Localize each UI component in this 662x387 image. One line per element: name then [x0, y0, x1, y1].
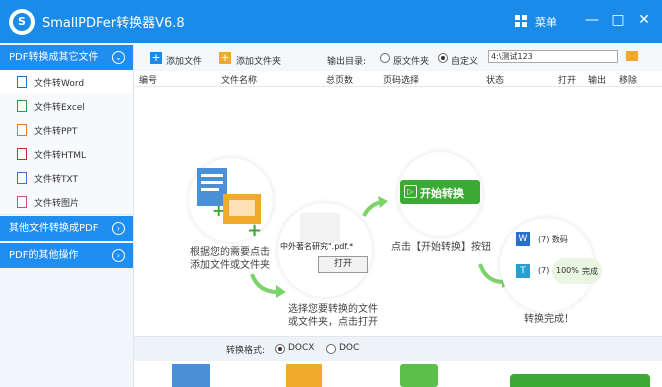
- step1-caption: 根据您的需要点击 添加文件或文件夹: [178, 246, 282, 272]
- step1-caption-line1: 根据您的需要点击: [190, 247, 270, 258]
- app-logo: S: [9, 9, 35, 35]
- word-file-icon: [17, 76, 27, 88]
- radio-docx-label[interactable]: DOCX: [288, 343, 314, 353]
- add-file-button[interactable]: 添加文件: [166, 54, 202, 67]
- sidebar-item-image[interactable]: 文件转图片: [0, 190, 133, 215]
- sidebar-category-pdf-to-other[interactable]: PDF转换成其它文件 ⌄: [0, 45, 133, 70]
- sidebar-category-label: PDF转换成其它文件: [9, 52, 99, 63]
- chevron-down-icon: ⌄: [112, 51, 125, 64]
- radio-original-folder[interactable]: [380, 53, 390, 63]
- radio-doc[interactable]: [326, 344, 336, 354]
- sidebar-item-excel[interactable]: 文件转Excel: [0, 94, 133, 119]
- step2-filename: 中外著名研究".pdf.*: [280, 242, 354, 251]
- step4-row1: (7) 数码: [538, 235, 568, 244]
- step1-caption-line2: 添加文件或文件夹: [190, 260, 270, 271]
- app-title: SmallPDFer转换器V6.8: [42, 16, 185, 31]
- sidebar-category-pdf-other-ops[interactable]: PDF的其他操作 ›: [0, 243, 133, 268]
- html-file-icon: [17, 148, 27, 160]
- output-dir-label: 输出目录:: [327, 57, 367, 67]
- toolbar: + 添加文件 + 添加文件夹 输出目录: 原文件夹 自定义: [134, 43, 662, 72]
- maximize-button[interactable]: □: [606, 8, 630, 32]
- format-bar: 转换格式: DOCX DOC: [134, 336, 662, 361]
- add-files-illustration-icon: + +: [197, 168, 262, 241]
- col-filename: 文件名称: [221, 76, 258, 86]
- excel-file-icon: [17, 100, 27, 112]
- app-logo-letter: S: [13, 13, 31, 31]
- radio-original-folder-label[interactable]: 原文件夹: [393, 54, 429, 67]
- menu-button[interactable]: 菜单: [535, 14, 557, 30]
- minimize-button[interactable]: —: [580, 8, 604, 32]
- file-table-header: 编号 文件名称 总页数 页码选择 状态 打开 输出 移除: [134, 71, 662, 87]
- add-folder-icon[interactable]: +: [219, 52, 231, 64]
- word-doc-icon: [172, 364, 210, 387]
- col-number: 编号: [139, 76, 158, 86]
- radio-docx[interactable]: [275, 344, 285, 354]
- chevron-right-icon: ›: [112, 249, 125, 262]
- title-bar: S SmallPDFer转换器V6.8 菜单 — □ ✕: [0, 0, 662, 43]
- file-list-icon: [300, 213, 340, 243]
- arrow-icon: [362, 196, 388, 217]
- radio-doc-label[interactable]: DOC: [339, 343, 359, 353]
- col-output: 输出: [588, 76, 607, 86]
- col-open: 打开: [558, 76, 577, 86]
- step4-progress: 100% 完成: [552, 258, 602, 284]
- step4-caption: 转换完成！: [524, 314, 574, 325]
- sidebar-category-other-to-pdf[interactable]: 其他文件转换成PDF ›: [0, 216, 133, 241]
- folder-icon: [286, 364, 322, 387]
- start-convert-button[interactable]: [510, 374, 650, 387]
- sidebar-item-label: 文件转图片: [34, 199, 80, 209]
- add-file-icon[interactable]: +: [150, 52, 162, 64]
- sidebar-item-label: 文件转Word: [34, 79, 85, 89]
- sidebar-item-label: 文件转PPT: [34, 127, 78, 137]
- txt-file-icon: [17, 172, 27, 184]
- step3-start-button: ▷ 开始转换: [400, 180, 480, 204]
- svg-text:+: +: [247, 220, 262, 241]
- step2-caption-line1: 选择您要转换的文件: [288, 304, 378, 315]
- step2-caption-line2: 或文件夹，点击打开: [288, 317, 378, 328]
- sidebar-item-label: 文件转Excel: [34, 103, 85, 113]
- radio-custom-folder[interactable]: [438, 53, 448, 63]
- col-pages: 总页数: [326, 76, 354, 86]
- step3-caption: 点击【开始转换】按钮: [391, 242, 491, 253]
- word-file-icon: W: [516, 232, 530, 246]
- sidebar-item-html[interactable]: 文件转HTML: [0, 142, 133, 167]
- sidebar-item-label: 文件转HTML: [34, 151, 87, 161]
- ppt-file-icon: [17, 124, 27, 136]
- arrow-icon: [250, 273, 286, 298]
- step4-circle: W (7) 数码 T (7) 100% 完成: [500, 218, 602, 312]
- add-folder-button[interactable]: 添加文件夹: [236, 54, 281, 67]
- col-status: 状态: [486, 76, 505, 86]
- convert-graphic-icon: [400, 364, 438, 387]
- step2-open-button: 打开: [318, 256, 368, 273]
- step1-circle: + +: [189, 158, 273, 242]
- chevron-right-icon: ›: [112, 222, 125, 235]
- step4-progress-value: 100%: [556, 266, 579, 275]
- menu-grid-icon[interactable]: [515, 15, 527, 27]
- play-icon: ▷: [404, 185, 417, 198]
- sidebar: PDF转换成其它文件 ⌄ 文件转Word 文件转Excel 文件转PPT 文件转…: [0, 43, 134, 387]
- output-path-input[interactable]: [488, 50, 618, 63]
- image-file-icon: [17, 196, 27, 208]
- sidebar-item-txt[interactable]: 文件转TXT: [0, 166, 133, 191]
- step4-done-word: 完成: [582, 267, 598, 276]
- txt-file-icon: T: [516, 264, 530, 278]
- sidebar-item-label: 文件转TXT: [34, 175, 79, 185]
- step2-caption: 选择您要转换的文件 或文件夹，点击打开: [280, 303, 386, 329]
- format-label: 转换格式:: [226, 346, 266, 356]
- sidebar-category-label: 其他文件转换成PDF: [9, 223, 99, 234]
- folder-browse-icon[interactable]: [626, 51, 638, 61]
- radio-custom-folder-label[interactable]: 自定义: [451, 54, 478, 67]
- step2-circle: 中外著名研究".pdf.* 打开: [278, 203, 372, 297]
- step4-row2: (7): [538, 266, 550, 275]
- sidebar-item-ppt[interactable]: 文件转PPT: [0, 118, 133, 143]
- sidebar-item-word[interactable]: 文件转Word: [0, 70, 133, 95]
- close-button[interactable]: ✕: [632, 8, 656, 32]
- step3-start-label: 开始转换: [420, 187, 464, 200]
- step3-circle: ▷ 开始转换: [398, 152, 482, 236]
- col-remove: 移除: [619, 76, 638, 86]
- col-page-select: 页码选择: [383, 76, 420, 86]
- sidebar-category-label: PDF的其他操作: [9, 250, 79, 261]
